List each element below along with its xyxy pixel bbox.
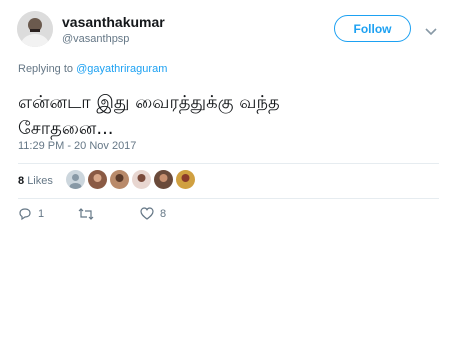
likes-count[interactable]: 8 Likes [18, 175, 53, 187]
liker-avatar[interactable] [154, 170, 173, 189]
follow-button[interactable]: Follow [334, 15, 411, 42]
like-count: 8 [160, 207, 167, 220]
reply-icon [19, 208, 31, 221]
liker-avatar[interactable] [110, 170, 129, 189]
author-avatar[interactable] [17, 11, 53, 47]
retweet-button[interactable] [78, 207, 100, 221]
avatar-image [17, 11, 53, 47]
replying-to-link[interactable]: @gayathriraguram [76, 63, 167, 75]
author-name[interactable]: vasanthakumar [62, 14, 165, 30]
tweet-text-line1: என்னடா இது வைரத்துக்கு வந்த [18, 92, 280, 113]
likes-count-number: 8 [18, 175, 25, 187]
likers-avatars [66, 170, 198, 189]
reply-count: 1 [38, 208, 45, 220]
liker-avatar[interactable] [176, 170, 195, 189]
liker-avatar[interactable] [66, 170, 85, 189]
divider-bottom [18, 198, 439, 199]
tweet-timestamp[interactable]: 11:29 PM - 20 Nov 2017 [18, 140, 136, 152]
chevron-down-icon[interactable] [425, 23, 437, 41]
like-button[interactable]: 8 [140, 207, 166, 220]
likes-count-label: Likes [27, 175, 53, 187]
tweet-text: என்னடா இது வைரத்துக்கு வந்த சோதனை... [18, 90, 418, 142]
heart-icon [140, 207, 154, 220]
replying-to-prefix: Replying to [18, 63, 77, 75]
divider-top [18, 163, 439, 164]
replying-to: Replying to @gayathriraguram [18, 63, 167, 75]
tweet-text-line2: சோதனை... [18, 118, 114, 139]
liker-avatar[interactable] [132, 170, 151, 189]
author-handle[interactable]: @vasanthpsp [62, 33, 129, 45]
liker-avatar[interactable] [88, 170, 107, 189]
retweet-icon [78, 208, 94, 220]
reply-button[interactable]: 1 [18, 207, 44, 221]
